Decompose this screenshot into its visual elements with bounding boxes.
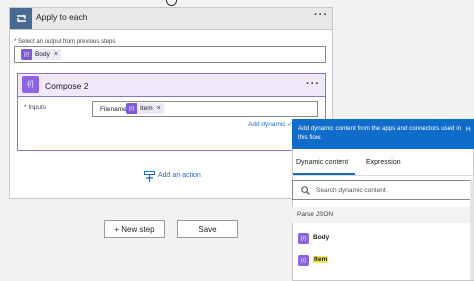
select-output-label: * Select an output from previous steps — [14, 39, 116, 45]
dynamic-item-item[interactable]: {/} Item — [292, 250, 474, 270]
add-dynamic-content-link[interactable]: Add dynamic ✓ — [248, 120, 293, 128]
parse-json-icon: {/} — [298, 233, 309, 244]
tab-expression[interactable]: Expression — [366, 159, 401, 166]
compose-title: Compose 2 — [45, 81, 89, 91]
connector-node — [166, 0, 177, 6]
remove-token-icon[interactable]: × — [157, 105, 161, 112]
body-token[interactable]: {/} Body × — [21, 49, 61, 60]
dynamic-item-body[interactable]: {/} Body — [292, 228, 474, 248]
more-options-icon[interactable]: ··· — [314, 9, 328, 21]
item-token[interactable]: {/} Item × — [126, 103, 164, 114]
inputs-label: * Inputs — [24, 104, 47, 111]
parse-json-icon: {/} — [298, 255, 309, 266]
remove-token-icon[interactable]: × — [54, 51, 58, 58]
parse-json-section-label: Parse JSON — [297, 211, 334, 218]
dynamic-item-label: Item — [313, 256, 329, 263]
new-step-button[interactable]: + New step — [104, 220, 165, 238]
compose-more-options-icon[interactable]: ··· — [306, 78, 320, 90]
tab-divider — [292, 175, 474, 176]
body-token-label: Body — [35, 51, 50, 58]
banner-overflow-text: H — [466, 126, 471, 133]
select-output-field[interactable]: {/} Body × — [14, 46, 326, 63]
panel-scrollbar[interactable] — [470, 180, 474, 280]
search-placeholder: Search dynamic content — [316, 187, 386, 194]
apply-to-each-title: Apply to each — [36, 12, 88, 22]
add-action-icon[interactable] — [144, 170, 155, 182]
dynamic-content-banner: Add dynamic content from the apps and co… — [292, 119, 474, 149]
highlighted-item-label: Item — [313, 256, 329, 263]
loop-icon — [10, 8, 32, 29]
banner-text: Add dynamic content from the apps and co… — [298, 125, 462, 141]
compose-token-icon: {/} — [126, 103, 137, 114]
search-icon — [301, 186, 310, 195]
filename-text: Filename: — [100, 106, 129, 113]
compose-token-icon: {/} — [21, 49, 32, 60]
item-token-label: Item — [140, 105, 153, 112]
tab-dynamic-content[interactable]: Dynamic content — [296, 159, 348, 166]
dynamic-item-label: Body — [313, 234, 330, 241]
save-button[interactable]: Save — [177, 220, 238, 238]
compose-icon: {/} — [22, 76, 39, 93]
add-action-link[interactable]: Add an action — [158, 172, 201, 179]
